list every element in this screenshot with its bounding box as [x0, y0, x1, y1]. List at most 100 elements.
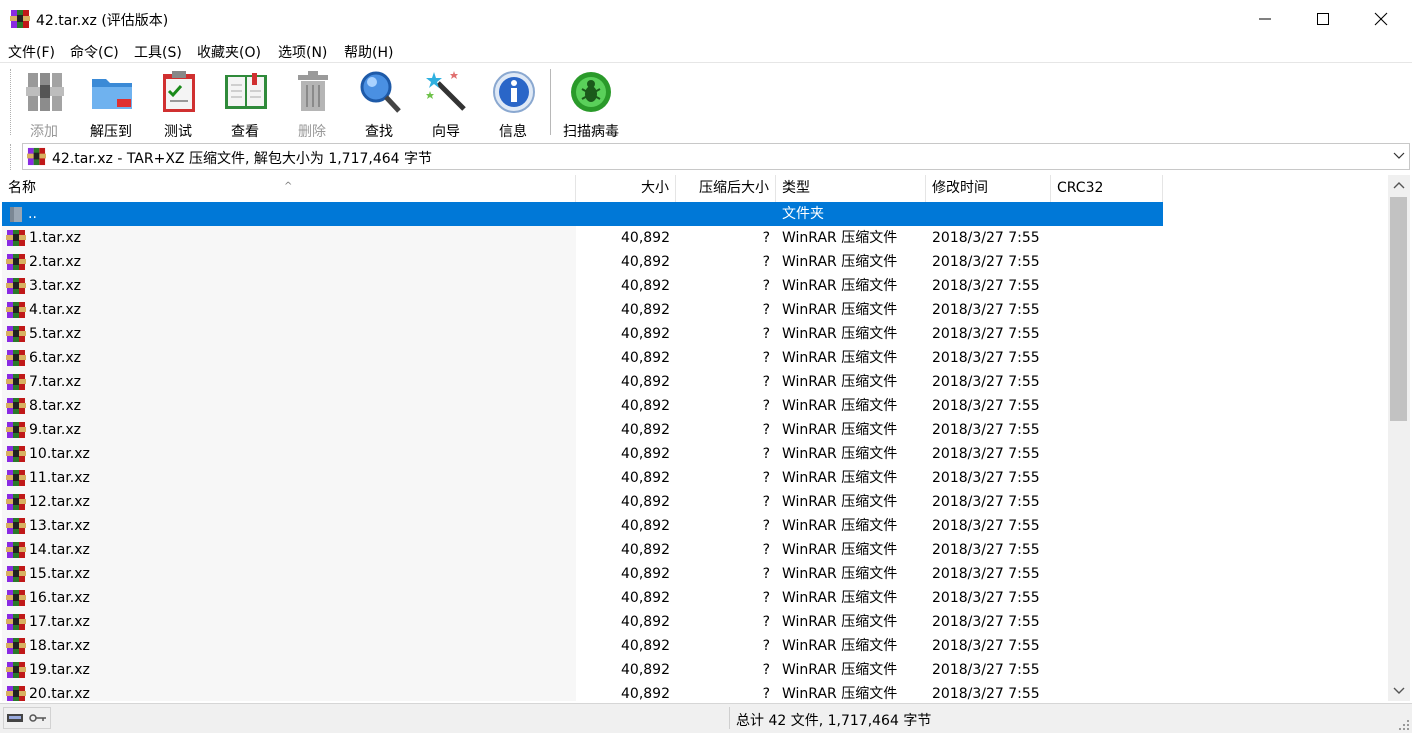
toolbar-grip	[10, 69, 13, 135]
column-header-modified[interactable]: 修改时间	[926, 175, 1051, 202]
file-list: 名称 ^ 大小 压缩后大小 类型 修改时间 CRC32 .. 文件夹 1.tar…	[2, 175, 1388, 701]
view-button[interactable]: 查看	[215, 69, 275, 140]
toolbar-separator	[550, 69, 551, 135]
file-row[interactable]: 20.tar.xz 40,892? WinRAR 压缩文件 2018/3/27 7:5…	[2, 682, 1388, 701]
file-packed-size: ?	[762, 326, 770, 342]
file-size: 40,892	[621, 614, 670, 630]
file-modified: 2018/3/27 7:55	[932, 278, 1040, 294]
status-indicators	[3, 707, 51, 729]
file-row[interactable]: 5.tar.xz 40,892? WinRAR 压缩文件 2018/3/27 7:55	[2, 322, 1388, 346]
file-name: 12.tar.xz	[29, 494, 90, 510]
wizard-label: 向导	[432, 124, 460, 140]
file-row[interactable]: 11.tar.xz 40,892? WinRAR 压缩文件 2018/3/27 7:5…	[2, 466, 1388, 490]
file-row[interactable]: 9.tar.xz 40,892? WinRAR 压缩文件 2018/3/27 7:55	[2, 418, 1388, 442]
close-button[interactable]	[1352, 0, 1410, 38]
trash-icon	[298, 71, 328, 111]
winrar-archive-icon	[6, 422, 26, 438]
winrar-archive-icon	[6, 278, 26, 294]
file-row[interactable]: 19.tar.xz 40,892? WinRAR 压缩文件 2018/3/27 7:5…	[2, 658, 1388, 682]
file-row[interactable]: 15.tar.xz 40,892? WinRAR 压缩文件 2018/3/27 7:5…	[2, 562, 1388, 586]
file-row[interactable]: 16.tar.xz 40,892? WinRAR 压缩文件 2018/3/27 7:5…	[2, 586, 1388, 610]
winrar-archive-icon	[6, 350, 26, 366]
delete-button[interactable]: 删除	[282, 69, 342, 140]
maximize-button[interactable]	[1294, 0, 1352, 38]
file-row[interactable]: 18.tar.xz 40,892? WinRAR 压缩文件 2018/3/27 7:5…	[2, 634, 1388, 658]
file-row[interactable]: 17.tar.xz 40,892? WinRAR 压缩文件 2018/3/27 7:5…	[2, 610, 1388, 634]
info-button[interactable]: 信息	[483, 69, 543, 140]
menu-file[interactable]: 文件(F)	[8, 42, 55, 62]
winrar-archive-icon	[6, 374, 26, 390]
file-size: 40,892	[621, 542, 670, 558]
file-type: WinRAR 压缩文件	[782, 662, 898, 678]
info-icon	[493, 71, 535, 113]
virus-scan-button[interactable]: 扫描病毒	[558, 69, 624, 140]
menu-options[interactable]: 选项(N)	[278, 42, 327, 62]
minimize-icon	[1259, 18, 1271, 20]
vertical-scrollbar[interactable]	[1388, 175, 1410, 701]
column-header-size[interactable]: 大小	[576, 175, 676, 202]
minimize-button[interactable]	[1236, 0, 1294, 38]
file-modified: 2018/3/27 7:55	[932, 254, 1040, 270]
menu-favorites[interactable]: 收藏夹(O)	[197, 42, 261, 62]
scroll-up-button[interactable]	[1388, 175, 1410, 197]
file-packed-size: ?	[762, 590, 770, 606]
add-archive-icon	[26, 73, 64, 111]
file-modified: 2018/3/27 7:55	[932, 374, 1040, 390]
winrar-archive-icon	[6, 254, 26, 270]
file-packed-size: ?	[762, 374, 770, 390]
file-modified: 2018/3/27 7:55	[932, 470, 1040, 486]
file-type: WinRAR 压缩文件	[782, 230, 898, 246]
winrar-archive-icon	[6, 446, 26, 462]
menu-commands[interactable]: 命令(C)	[70, 42, 119, 62]
file-name: 20.tar.xz	[29, 686, 90, 701]
file-row[interactable]: 6.tar.xz 40,892? WinRAR 压缩文件 2018/3/27 7:55	[2, 346, 1388, 370]
file-row[interactable]: 3.tar.xz 40,892? WinRAR 压缩文件 2018/3/27 7:55	[2, 274, 1388, 298]
file-size: 40,892	[621, 326, 670, 342]
add-button[interactable]: 添加	[14, 69, 74, 140]
test-button[interactable]: 测试	[148, 69, 208, 140]
wizard-button[interactable]: 向导	[416, 69, 476, 140]
scroll-down-button[interactable]	[1388, 679, 1410, 701]
file-row[interactable]: 13.tar.xz 40,892? WinRAR 压缩文件 2018/3/27 7:5…	[2, 514, 1388, 538]
parent-folder-row[interactable]: .. 文件夹	[2, 202, 1388, 226]
file-size: 40,892	[621, 470, 670, 486]
file-modified: 2018/3/27 7:55	[932, 662, 1040, 678]
file-packed-size: ?	[762, 230, 770, 246]
menu-tools[interactable]: 工具(S)	[134, 42, 182, 62]
chevron-down-icon[interactable]	[1393, 150, 1405, 162]
column-header-type[interactable]: 类型	[776, 175, 926, 202]
column-header-packed[interactable]: 压缩后大小	[676, 175, 776, 202]
file-modified: 2018/3/27 7:55	[932, 638, 1040, 654]
column-header-crc[interactable]: CRC32	[1051, 175, 1163, 202]
file-type: WinRAR 压缩文件	[782, 590, 898, 606]
column-crc-label: CRC32	[1057, 180, 1104, 196]
column-header-name[interactable]: 名称 ^	[2, 175, 576, 202]
file-name: 15.tar.xz	[29, 566, 90, 582]
file-name: 7.tar.xz	[29, 374, 81, 390]
file-modified: 2018/3/27 7:55	[932, 398, 1040, 414]
file-row[interactable]: 12.tar.xz 40,892? WinRAR 压缩文件 2018/3/27 7:5…	[2, 490, 1388, 514]
file-row[interactable]: 1.tar.xz 40,892? WinRAR 压缩文件 2018/3/27 7:55	[2, 226, 1388, 250]
file-row[interactable]: 8.tar.xz 40,892? WinRAR 压缩文件 2018/3/27 7:55	[2, 394, 1388, 418]
info-label: 信息	[499, 124, 527, 140]
status-separator	[729, 707, 730, 729]
file-packed-size: ?	[762, 470, 770, 486]
address-bar[interactable]: 42.tar.xz - TAR+XZ 压缩文件, 解包大小为 1,717,464…	[22, 143, 1410, 170]
file-modified: 2018/3/27 7:55	[932, 494, 1040, 510]
file-size: 40,892	[621, 638, 670, 654]
file-packed-size: ?	[762, 302, 770, 318]
file-row[interactable]: 14.tar.xz 40,892? WinRAR 压缩文件 2018/3/27 7:5…	[2, 538, 1388, 562]
file-packed-size: ?	[762, 494, 770, 510]
menu-help[interactable]: 帮助(H)	[344, 42, 393, 62]
file-size: 40,892	[621, 350, 670, 366]
scroll-thumb[interactable]	[1390, 197, 1407, 421]
resize-grip-icon[interactable]	[1398, 719, 1410, 731]
file-type: WinRAR 压缩文件	[782, 422, 898, 438]
extract-to-button[interactable]: 解压到	[81, 69, 141, 140]
file-row[interactable]: 10.tar.xz 40,892? WinRAR 压缩文件 2018/3/27 7:5…	[2, 442, 1388, 466]
file-row[interactable]: 4.tar.xz 40,892? WinRAR 压缩文件 2018/3/27 7:55	[2, 298, 1388, 322]
find-button[interactable]: 查找	[349, 69, 409, 140]
file-modified: 2018/3/27 7:55	[932, 566, 1040, 582]
file-row[interactable]: 7.tar.xz 40,892? WinRAR 压缩文件 2018/3/27 7:55	[2, 370, 1388, 394]
file-row[interactable]: 2.tar.xz 40,892? WinRAR 压缩文件 2018/3/27 7:55	[2, 250, 1388, 274]
